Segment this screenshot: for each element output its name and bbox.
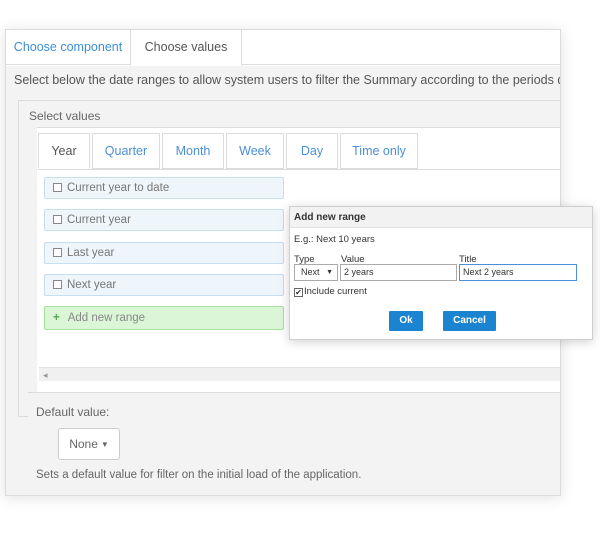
tab-week[interactable]: Week xyxy=(226,133,284,169)
value-input[interactable]: 2 years xyxy=(340,264,457,281)
scroll-left-icon[interactable]: ◂ xyxy=(43,368,48,382)
include-current-label: Include current xyxy=(304,286,367,297)
instruction-text: Select below the date ranges to allow sy… xyxy=(14,73,561,87)
title-input[interactable]: Next 2 years xyxy=(459,264,577,281)
checkbox-icon[interactable] xyxy=(53,248,62,257)
tab-time-only[interactable]: Time only xyxy=(340,133,418,169)
tab-divider xyxy=(38,169,560,170)
tab-choose-values[interactable]: Choose values xyxy=(130,30,242,66)
checkbox-checked-icon[interactable]: ✔ xyxy=(294,288,303,297)
range-item-last-year[interactable]: Last year xyxy=(44,242,284,264)
range-label: Last year xyxy=(67,247,115,259)
plus-icon: + xyxy=(53,312,60,324)
cancel-button[interactable]: Cancel xyxy=(443,311,496,331)
checkbox-icon[interactable] xyxy=(53,280,62,289)
dialog-title: Add new range xyxy=(290,207,592,228)
horizontal-scrollbar[interactable]: ◂ xyxy=(39,367,560,382)
checkbox-icon[interactable] xyxy=(53,215,62,224)
default-value-help: Sets a default value for filter on the i… xyxy=(36,469,362,481)
add-new-range-dialog: Add new range E.g.: Next 10 years Type V… xyxy=(289,206,593,340)
type-select[interactable]: Next ▼ xyxy=(294,264,338,281)
tab-month[interactable]: Month xyxy=(162,133,224,169)
default-value-selected: None xyxy=(69,437,98,451)
default-value-section: Default value: None ▼ Sets a default valu… xyxy=(28,392,560,495)
add-new-range-label: Add new range xyxy=(67,312,146,324)
top-tab-bar: Choose component Choose values xyxy=(6,30,560,66)
tab-year[interactable]: Year xyxy=(38,133,90,169)
range-label: Current year xyxy=(67,214,131,226)
dialog-example-text: E.g.: Next 10 years xyxy=(294,234,375,245)
range-item-current-year[interactable]: Current year xyxy=(44,209,284,231)
include-current-option[interactable]: ✔ Include current xyxy=(294,286,367,297)
range-item-next-year[interactable]: Next year xyxy=(44,274,284,296)
default-value-dropdown[interactable]: None ▼ xyxy=(58,428,120,460)
caret-down-icon: ▼ xyxy=(326,269,333,276)
checkbox-icon[interactable] xyxy=(53,183,62,192)
range-label: Current year to date xyxy=(67,182,170,194)
range-label: Next year xyxy=(67,279,117,291)
type-selected-value: Next xyxy=(301,267,320,277)
select-values-title: Select values xyxy=(29,109,101,123)
caret-down-icon: ▼ xyxy=(100,440,109,449)
tab-day[interactable]: Day xyxy=(286,133,338,169)
ok-button[interactable]: Ok xyxy=(389,311,423,331)
tab-choose-component[interactable]: Choose component xyxy=(6,30,130,66)
default-value-label: Default value: xyxy=(36,405,110,419)
add-new-range-button[interactable]: + Add new range xyxy=(44,306,284,330)
tab-quarter[interactable]: Quarter xyxy=(92,133,160,169)
range-item-current-year-to-date[interactable]: Current year to date xyxy=(44,177,284,199)
